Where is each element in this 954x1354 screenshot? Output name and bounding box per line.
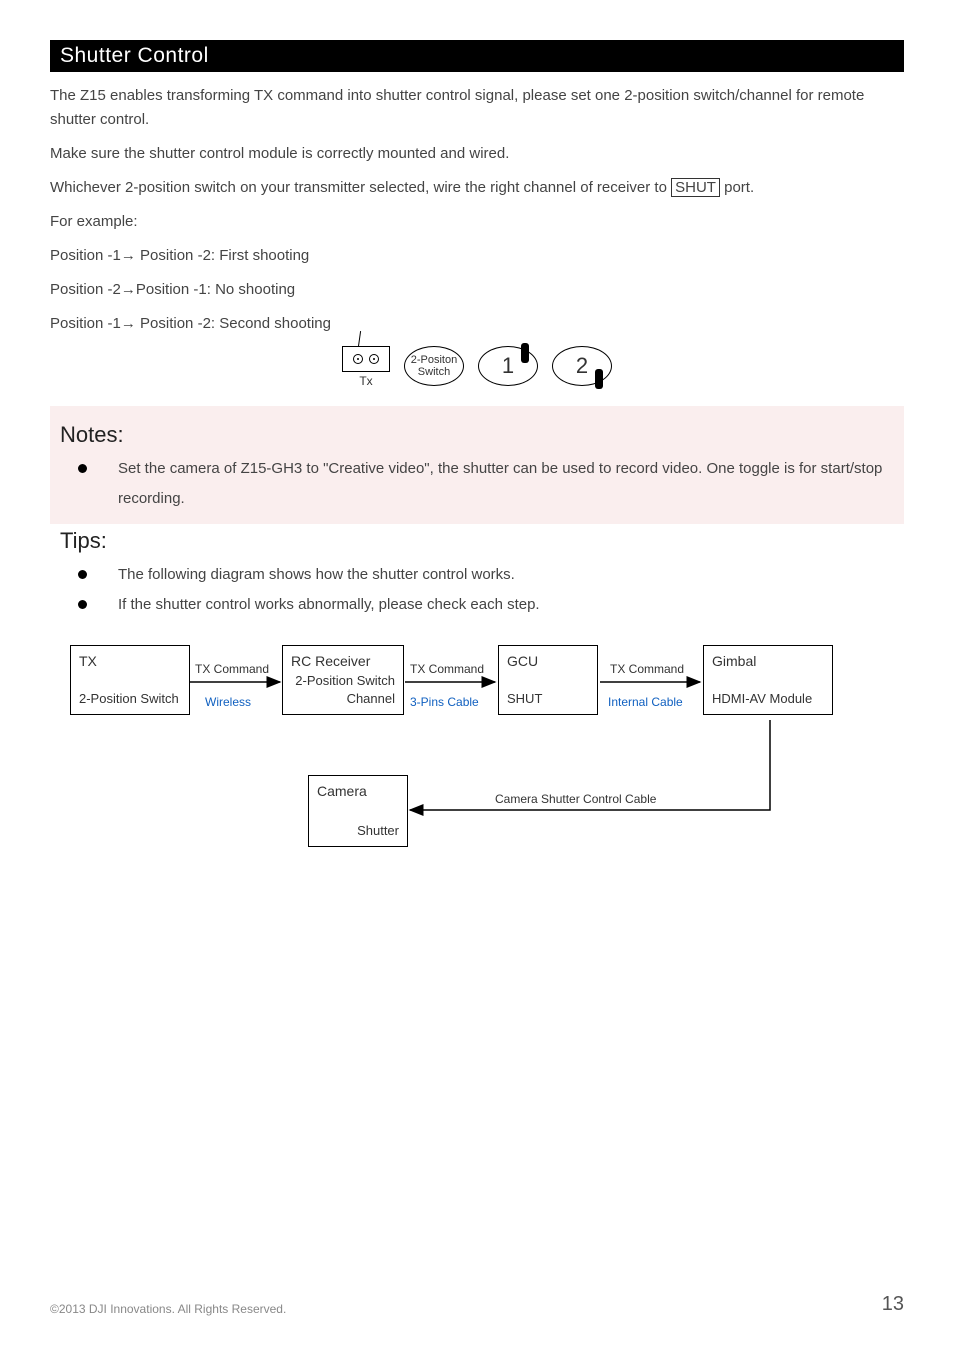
flow-camera-box: Camera Shutter xyxy=(308,775,408,847)
flow-gimbal-sub: HDMI-AV Module xyxy=(712,690,824,708)
flow-tx-box: TX 2-Position Switch xyxy=(70,645,190,715)
flow-gimbal-box: Gimbal HDMI-AV Module xyxy=(703,645,833,715)
footer: ©2013 DJI Innovations. All Rights Reserv… xyxy=(50,1293,904,1316)
tx-unit: Tx xyxy=(342,346,390,388)
tx-diagram: Tx 2-Positon Switch 1 2 xyxy=(50,346,904,388)
position-2-oval: 2 xyxy=(552,346,612,386)
flow-camera-title: Camera xyxy=(317,782,399,802)
flow-gcu-title: GCU xyxy=(507,652,589,672)
flow-rc-box: RC Receiver 2-Position Switch Channel xyxy=(282,645,404,715)
knob-icon xyxy=(369,354,379,364)
example-label: For example: xyxy=(50,210,904,234)
flow-gcu-box: GCU SHUT xyxy=(498,645,598,715)
tips-item-1: The following diagram shows how the shut… xyxy=(78,560,904,590)
intro-p2: Make sure the shutter control module is … xyxy=(50,142,904,166)
tips-list: The following diagram shows how the shut… xyxy=(50,560,904,620)
label-txcmd-1: TX Command xyxy=(195,662,269,678)
toggle-down-icon xyxy=(595,369,603,389)
intro-p1: The Z15 enables transforming TX command … xyxy=(50,84,904,132)
flow-gcu-sub: SHUT xyxy=(507,690,589,708)
pos1-num: 1 xyxy=(502,354,514,378)
notes-item: Set the camera of Z15-GH3 to "Creative v… xyxy=(78,454,904,514)
shut-box-inline: SHUT xyxy=(671,178,720,197)
label-3pin: 3-Pins Cable xyxy=(410,695,479,711)
label-camcable: Camera Shutter Control Cable xyxy=(495,792,656,808)
switch-oval: 2-Positon Switch xyxy=(404,346,464,386)
pos-line-2: Position -2→Position -1: No shooting xyxy=(50,278,904,302)
pos2-num: 2 xyxy=(576,354,588,378)
label-txcmd-2: TX Command xyxy=(410,662,484,678)
p3-tail: port. xyxy=(720,179,754,196)
pos-line-1: Position -1→ Position -2: First shooting xyxy=(50,244,904,268)
flow-rc-title: RC Receiver xyxy=(291,652,395,672)
label-txcmd-3: TX Command xyxy=(610,662,684,678)
section-header: Shutter Control xyxy=(50,40,904,72)
tips-item-2: If the shutter control works abnormally,… xyxy=(78,590,904,620)
flow-rc-sub: 2-Position Switch Channel xyxy=(291,672,395,708)
page-number: 13 xyxy=(882,1293,904,1316)
label-internal: Internal Cable xyxy=(608,695,683,711)
notes-list: Set the camera of Z15-GH3 to "Creative v… xyxy=(50,454,904,514)
tx-label: Tx xyxy=(342,374,390,388)
copyright: ©2013 DJI Innovations. All Rights Reserv… xyxy=(50,1302,286,1316)
flow-tx-sub: 2-Position Switch xyxy=(79,690,181,708)
position-1-oval: 1 xyxy=(478,346,538,386)
tips-header: Tips: xyxy=(60,528,904,554)
tx-rect xyxy=(342,346,390,372)
flow-camera-sub: Shutter xyxy=(317,822,399,840)
notes-header: Notes: xyxy=(60,422,904,448)
flow-tx-title: TX xyxy=(79,652,181,672)
flow-gimbal-title: Gimbal xyxy=(712,652,824,672)
pos-line-3: Position -1→ Position -2: Second shootin… xyxy=(50,312,904,336)
toggle-up-icon xyxy=(521,343,529,363)
label-wireless: Wireless xyxy=(205,695,251,711)
p3-lead: Whichever 2-position switch on your tran… xyxy=(50,179,671,196)
intro-p3: Whichever 2-position switch on your tran… xyxy=(50,176,904,200)
knob-icon xyxy=(353,354,363,364)
notes-box: Notes: Set the camera of Z15-GH3 to "Cre… xyxy=(50,406,904,524)
flow-diagram: TX 2-Position Switch RC Receiver 2-Posit… xyxy=(50,640,904,870)
